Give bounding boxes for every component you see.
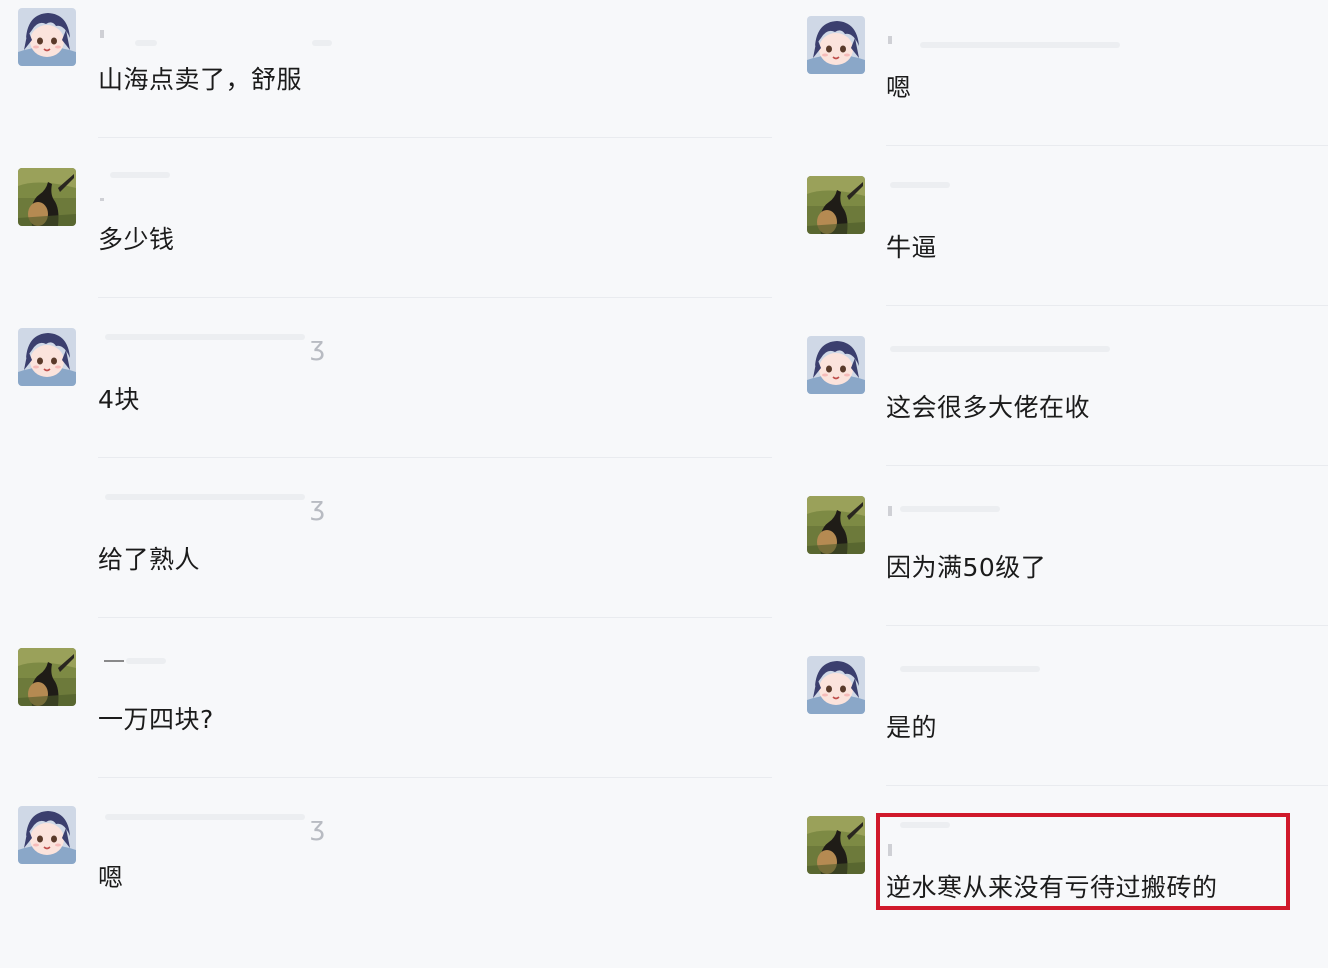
redacted-username: [888, 506, 892, 516]
user-avatar[interactable]: [18, 328, 76, 386]
user-avatar[interactable]: [807, 16, 865, 74]
divider: [886, 465, 1328, 466]
user-avatar[interactable]: [18, 648, 76, 706]
redacted-username: [105, 334, 305, 340]
redacted-username: [104, 660, 124, 662]
redacted-username: [105, 494, 305, 500]
user-avatar[interactable]: [807, 816, 865, 874]
divider: [886, 625, 1328, 626]
message-text: 山海点卖了，舒服: [98, 65, 303, 94]
chat-column-left: 山海点卖了，舒服 多少钱 ʒ 4块 ʒ 给了熟人 一万四块? ʒ 嗯: [0, 0, 790, 930]
divider: [98, 617, 772, 618]
divider: [98, 457, 772, 458]
divider: [98, 777, 772, 778]
redacted-username: [135, 40, 157, 46]
redacted-username: [920, 42, 1120, 48]
redacted-username: [890, 346, 1110, 352]
chat-message[interactable]: 牛逼: [790, 168, 1328, 328]
chat-message[interactable]: 山海点卖了，舒服: [0, 0, 790, 160]
chat-column-right: 嗯 牛逼 这会很多大佬在收 因为满50级了 是的 逆水寒从来没有亏待过搬砖的: [790, 0, 1328, 930]
redacted-username: [900, 666, 1040, 672]
redacted-username: [900, 506, 1000, 512]
user-avatar[interactable]: [807, 496, 865, 554]
message-text: 嗯: [98, 863, 124, 892]
divider: [98, 297, 772, 298]
thumbs-up-icon[interactable]: ʒ: [310, 814, 325, 840]
message-text: 牛逼: [886, 233, 938, 262]
user-avatar[interactable]: [807, 336, 865, 394]
chat-message[interactable]: 嗯: [790, 8, 1328, 168]
chat-message[interactable]: ʒ 给了熟人: [0, 480, 790, 640]
chat-message[interactable]: 这会很多大佬在收: [790, 328, 1328, 488]
divider: [886, 305, 1328, 306]
chat-message[interactable]: 多少钱: [0, 160, 790, 320]
chat-message[interactable]: ʒ 4块: [0, 320, 790, 480]
message-text: 一万四块?: [98, 705, 214, 734]
chat-message[interactable]: ʒ 嗯: [0, 800, 790, 960]
redacted-username: [110, 172, 170, 178]
redacted-username: [100, 198, 104, 201]
divider: [886, 145, 1328, 146]
highlight-annotation-box: [876, 813, 1290, 910]
message-text: 多少钱: [98, 225, 175, 254]
user-avatar[interactable]: [18, 806, 76, 864]
redacted-username: [312, 40, 332, 46]
user-avatar[interactable]: [807, 656, 865, 714]
chat-message[interactable]: 一万四块?: [0, 640, 790, 800]
message-text: 给了熟人: [98, 545, 201, 574]
chat-message[interactable]: 是的: [790, 648, 1328, 808]
thumbs-up-icon[interactable]: ʒ: [310, 494, 325, 520]
message-text: 因为满50级了: [886, 553, 1047, 582]
user-avatar[interactable]: [807, 176, 865, 234]
chat-message[interactable]: 因为满50级了: [790, 488, 1328, 648]
redacted-username: [105, 814, 305, 820]
redacted-username: [888, 36, 892, 44]
thumbs-up-icon[interactable]: ʒ: [310, 334, 325, 360]
message-text: 嗯: [886, 73, 912, 102]
redacted-username: [126, 658, 166, 664]
user-avatar[interactable]: [18, 168, 76, 226]
redacted-username: [890, 182, 950, 188]
divider: [98, 137, 772, 138]
divider: [886, 785, 1328, 786]
message-text: 是的: [886, 713, 938, 742]
redacted-username: [100, 30, 104, 38]
user-avatar[interactable]: [18, 8, 76, 66]
message-text: 这会很多大佬在收: [886, 393, 1091, 422]
message-text: 4块: [98, 385, 140, 414]
